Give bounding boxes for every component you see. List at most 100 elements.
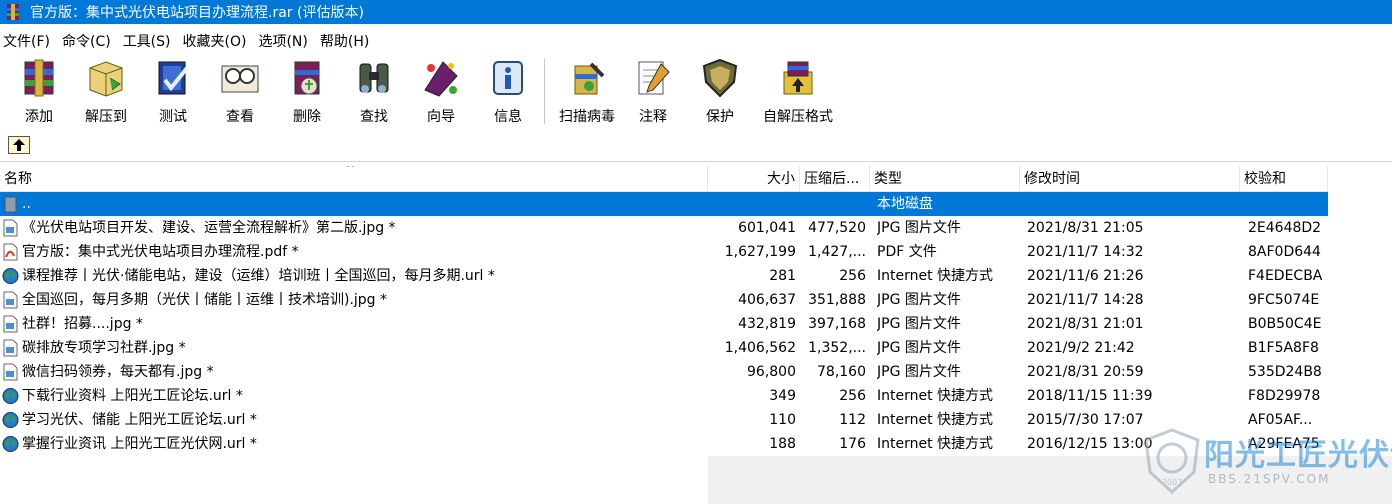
toolbar: 添加 解压到 测试 查看 删除 查找 向导 信息 扫描病毒 注释 保护 自解压格… [0,52,1392,128]
info-icon [493,61,523,95]
cell-packed-size: 1,427,... [808,244,866,260]
test-icon [158,61,189,95]
table-row[interactable]: 学习光伏、储能 上阳光工匠论坛.url * 110 112 Internet 快捷方式… [0,408,1328,432]
cell-modified: 2021/11/7 14:28 [1027,292,1144,308]
cell-type: Internet 快捷方式 [877,268,994,284]
menu-favorites[interactable]: 收藏夹(O) [180,31,250,51]
sfx-button-label: 自解压格式 [763,109,833,125]
cell-modified [1027,192,1239,216]
wizard-button[interactable]: 向导 [408,56,474,126]
cell-packed-size: 351,888 [808,292,866,308]
column-header-size[interactable]: 大小 [708,166,800,192]
cell-type: JPG 图片文件 [877,220,961,236]
table-row[interactable]: .. 本地磁盘 [0,192,1328,216]
cell-type: Internet 快捷方式 [877,412,994,428]
cell-type: Internet 快捷方式 [877,388,994,404]
list-header: 名称 ^ 大小 压缩后... 类型 修改时间 校验和 [0,166,1328,192]
cell-name: 下载行业资料 上阳光工匠论坛.url * [22,388,243,404]
info-button[interactable]: 信息 [475,56,541,126]
cell-size: 601,041 [738,220,796,236]
menu-options[interactable]: 选项(N) [255,31,310,51]
cell-crc: 8AF0D644 [1248,244,1321,260]
cell-size: 110 [769,412,796,428]
arrow-up-icon [13,139,25,151]
cell-crc: 9FC5074E [1248,292,1320,308]
cell-crc [1248,192,1328,216]
table-row[interactable]: 微信扫码领券，每天都有.jpg * 96,800 78,160 JPG 图片文件 202… [0,360,1328,384]
column-header-name[interactable]: 名称 ^ [0,166,708,192]
table-row[interactable]: 掌握行业资讯 上阳光工匠光伏网.url * 188 176 Internet 快捷方式… [0,432,1328,456]
cell-size: 432,819 [738,316,796,332]
menu-help[interactable]: 帮助(H) [317,31,372,51]
cell-packed-size: 1,352,... [808,340,866,356]
cell-modified: 2021/8/31 21:05 [1027,220,1144,236]
column-header-name-label: 名称 [4,171,32,187]
cell-crc: F8D29978 [1248,388,1321,404]
table-row[interactable]: 碳排放专项学习社群.jpg * 1,406,562 1,352,... JPG 图片文… [0,336,1328,360]
cell-modified: 2021/9/2 21:42 [1027,340,1135,356]
test-button[interactable]: 测试 [140,56,206,126]
comment-icon [638,61,670,95]
extract-to-button[interactable]: 解压到 [73,56,139,126]
table-row[interactable]: 下载行业资料 上阳光工匠论坛.url * 349 256 Internet 快捷方式 2… [0,384,1328,408]
cell-type: JPG 图片文件 [877,340,961,356]
cell-name: 社群！招募....jpg * [22,316,143,332]
cell-crc: B0B50C4E [1248,316,1322,332]
table-row[interactable]: 全国巡回，每月多期（光伏丨储能丨运维丨技术培训).jpg * 406,637 351… [0,288,1328,312]
cell-packed-size: 397,168 [808,316,866,332]
sfx-icon [783,61,813,95]
cell-type: JPG 图片文件 [877,316,961,332]
column-header-crc[interactable]: 校验和 [1240,166,1328,192]
column-header-type[interactable]: 类型 [870,166,1020,192]
cell-crc: B1F5A8F8 [1248,340,1319,356]
table-row[interactable]: 社群！招募....jpg * 432,819 397,168 JPG 图片文件 2021… [0,312,1328,336]
table-row[interactable]: 课程推荐丨光伏·储能电站，建设（运维）培训班丨全国巡回，每月多期.url * 28… [0,264,1328,288]
toolbar-separator [544,58,545,124]
watermark-title: 阳光工匠光伏论坛 [1204,438,1392,473]
cell-name: 微信扫码领券，每天都有.jpg * [22,364,214,380]
path-bar [0,128,1392,162]
winrar-app-icon [7,4,19,20]
protect-button[interactable]: 保护 [687,56,753,126]
table-row[interactable]: 官方版：集中式光伏电站项目办理流程.pdf * 1,627,199 1,427,..… [0,240,1328,264]
cell-modified: 2021/8/31 20:59 [1027,364,1144,380]
shield-logo-icon: 2007 [1144,428,1200,494]
delete-icon [294,61,320,95]
cell-name: 碳排放专项学习社群.jpg * [22,340,186,356]
view-icon [221,65,259,93]
menu-tools[interactable]: 工具(S) [120,31,174,51]
comment-button[interactable]: 注释 [620,56,686,126]
cell-type: PDF 文件 [877,244,937,260]
table-row[interactable]: 《光伏电站项目开发、建设、运营全流程解析》第二版.jpg * 601,041 477… [0,216,1328,240]
up-folder-button[interactable] [8,136,30,154]
extract-to-button-label: 解压到 [85,109,127,125]
cell-packed-size: 256 [839,268,866,284]
watermark-year: 2007 [1162,478,1182,487]
delete-button[interactable]: 删除 [274,56,340,126]
find-button-label: 查找 [360,109,388,125]
extract-to-icon [89,61,123,97]
column-header-packed[interactable]: 压缩后... [800,166,870,192]
virus-scan-button[interactable]: 扫描病毒 [552,56,622,126]
wizard-icon [424,61,458,97]
info-button-label: 信息 [494,109,522,125]
cell-packed-size: 477,520 [808,220,866,236]
add-button[interactable]: 添加 [6,56,72,126]
test-button-label: 测试 [159,109,187,125]
cell-type: Internet 快捷方式 [877,436,994,452]
cell-packed-size: 176 [839,436,866,452]
menu-file[interactable]: 文件(F) [0,31,53,51]
view-button-label: 查看 [226,109,254,125]
find-button[interactable]: 查找 [341,56,407,126]
cell-modified: 2021/11/7 14:32 [1027,244,1144,260]
menu-bar: 文件(F) 命令(C) 工具(S) 收藏夹(O) 选项(N) 帮助(H) [0,30,378,52]
view-button[interactable]: 查看 [207,56,273,126]
sfx-button[interactable]: 自解压格式 [758,56,838,126]
sort-ascending-icon: ^ [346,166,356,175]
menu-commands[interactable]: 命令(C) [59,31,114,51]
add-archive-icon [24,59,54,97]
forum-watermark: 2007 阳光工匠光伏论坛 BBS.21SPV.COM [1142,428,1392,494]
column-header-modified[interactable]: 修改时间 [1020,166,1240,192]
protect-button-label: 保护 [706,109,734,125]
wizard-button-label: 向导 [427,109,455,125]
